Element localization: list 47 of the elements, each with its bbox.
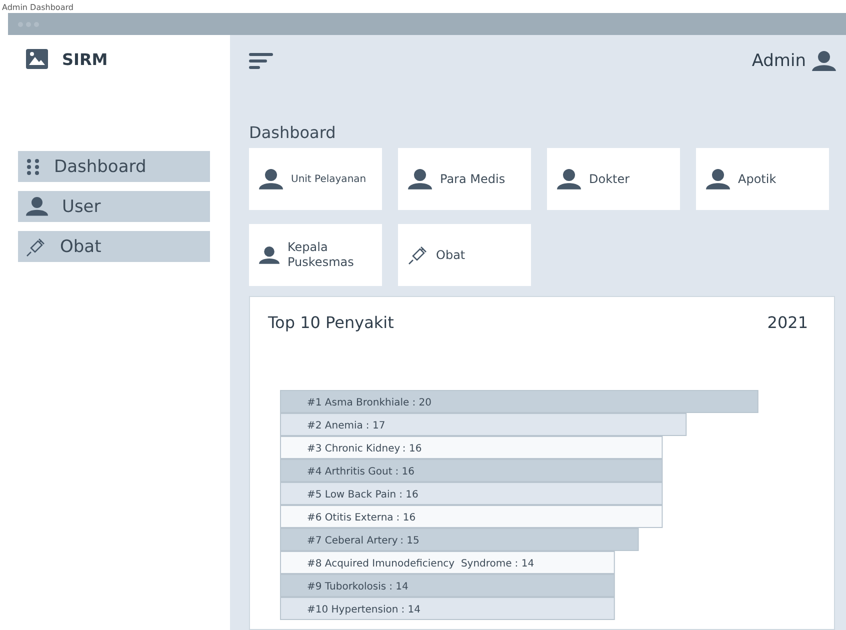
dots-icon — [26, 158, 40, 174]
panel-title: Top 10 Penyakit — [268, 313, 394, 332]
bar-label: #6 Otitis Externa — [307, 512, 394, 524]
value-label: : 20 — [412, 398, 432, 409]
bar-label: #4 Arthritis Gout — [307, 466, 392, 478]
user-icon — [259, 245, 280, 266]
bar-label: #8 Acquired Imunodeficiency Syndrome — [307, 558, 512, 570]
value-label: : 15 — [400, 536, 420, 547]
sidebar-item[interactable]: User — [18, 191, 210, 222]
page-title: Admin Dashboard — [1, 2, 74, 13]
value-label: : 14 — [389, 582, 408, 593]
dashboard-card[interactable]: Apotik — [696, 148, 829, 210]
dashboard-card[interactable]: Dokter — [547, 148, 680, 210]
brand-name: SIRM — [62, 50, 108, 68]
bar-label: #9 Tuborkolosis — [307, 582, 386, 593]
bar-label: #7 Ceberal Artery — [307, 536, 398, 547]
dashboard-card[interactable]: Kepala Puskesmas — [249, 224, 382, 286]
user-icon — [26, 197, 48, 216]
syringe-icon — [26, 236, 46, 256]
value-label: : 17 — [366, 420, 386, 432]
admin-menu[interactable]: Admin — [752, 51, 836, 72]
dashboard-card[interactable]: Obat — [398, 224, 531, 286]
user-icon — [812, 51, 836, 72]
image-icon — [26, 49, 48, 69]
bar-label: #5 Low Back Pain — [307, 490, 396, 501]
syringe-icon — [408, 245, 428, 266]
user-icon — [408, 169, 432, 190]
value-label: : 14 — [514, 558, 534, 570]
bar-label: #1 Asma Bronkhiale — [307, 398, 410, 409]
year-label: 2021 — [767, 313, 808, 332]
value-label: : 16 — [399, 490, 418, 501]
bar-label: #10 Hypertension — [307, 604, 398, 616]
value-label: : 14 — [401, 604, 420, 616]
sidebar-item[interactable]: Obat — [18, 231, 210, 262]
bar-label: #2 Anemia — [307, 420, 363, 432]
user-icon — [259, 169, 283, 190]
dashboard-card[interactable]: Unit Pelayanan — [249, 148, 382, 210]
value-label: : 16 — [402, 444, 422, 455]
user-icon — [557, 169, 581, 190]
dashboard-card[interactable]: Para Medis — [398, 148, 531, 210]
user-icon — [706, 169, 730, 190]
sidebar-item[interactable]: Dashboard — [18, 151, 210, 182]
value-label: : 16 — [396, 512, 416, 524]
section-title: Dashboard — [249, 123, 337, 142]
bar-label: #3 Chronic Kidney — [307, 444, 400, 455]
value-label: : 16 — [395, 466, 415, 478]
menu-icon[interactable] — [249, 52, 273, 70]
